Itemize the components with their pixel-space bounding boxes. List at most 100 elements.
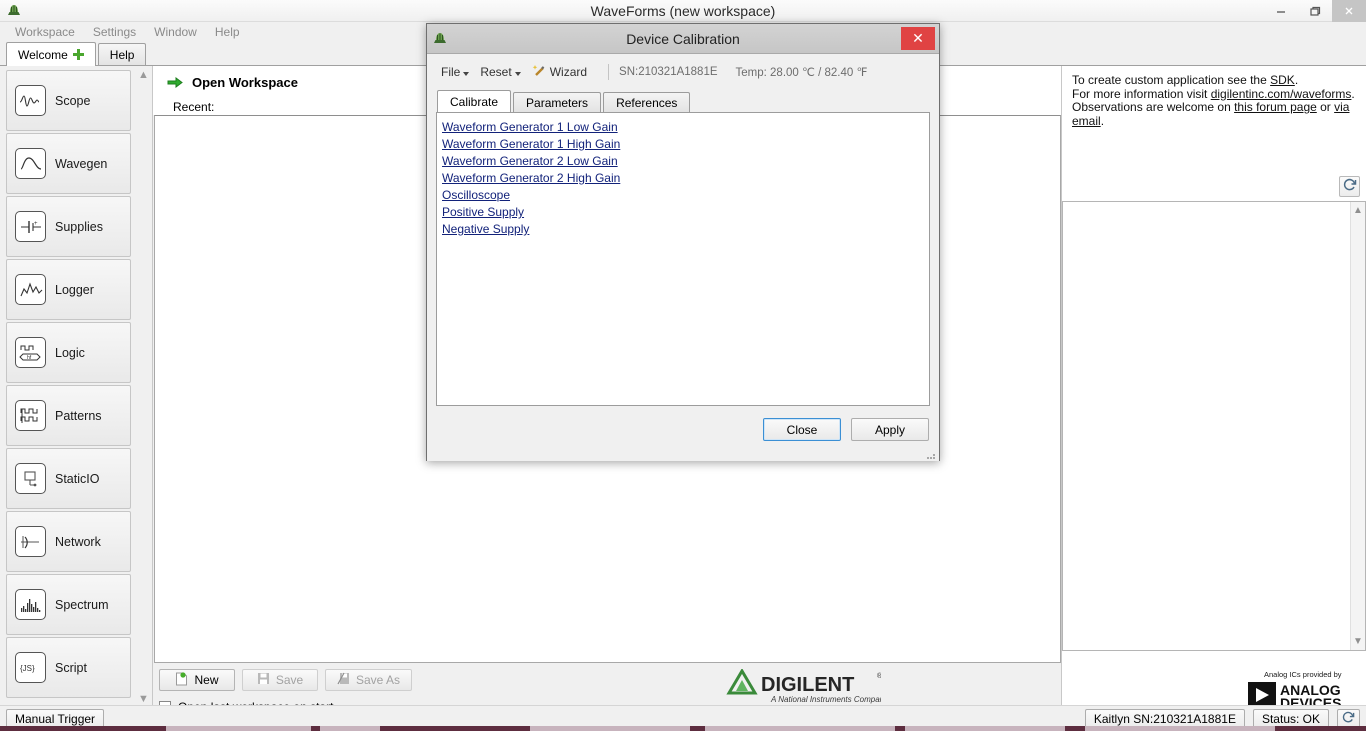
patterns-icon bbox=[15, 400, 46, 431]
calibration-link-wavegen2-low[interactable]: Waveform Generator 2 Low Gain bbox=[442, 153, 618, 170]
staticio-icon bbox=[15, 463, 46, 494]
sidebar-item-wavegen[interactable]: Wavegen bbox=[6, 133, 131, 194]
info-line-2: For more information visit digilentinc.c… bbox=[1072, 86, 1356, 102]
new-workspace-button[interactable]: New bbox=[159, 669, 235, 691]
resize-grip-icon[interactable] bbox=[926, 449, 936, 459]
logger-icon bbox=[15, 274, 46, 305]
sidebar-item-staticio[interactable]: StaticIO bbox=[6, 448, 131, 509]
sidebar-item-spectrum-label: Spectrum bbox=[55, 597, 109, 612]
window-titlebar: WaveForms (new workspace) bbox=[0, 0, 1366, 22]
digilent-logo: DIGILENT ® A National Instruments Compan… bbox=[725, 668, 889, 710]
menu-settings[interactable]: Settings bbox=[84, 23, 145, 41]
info-scroll-down-icon[interactable]: ▼ bbox=[1353, 633, 1363, 650]
sidebar-item-patterns[interactable]: Patterns bbox=[6, 385, 131, 446]
dialog-close-button[interactable]: ✕ bbox=[901, 27, 935, 50]
sidebar-scroll-down-icon[interactable]: ▼ bbox=[138, 694, 149, 705]
info-text: To create custom application see the SDK… bbox=[1062, 66, 1366, 128]
reset-menu-label: Reset bbox=[480, 65, 512, 79]
calibration-link-wavegen1-high[interactable]: Waveform Generator 1 High Gain bbox=[442, 136, 620, 153]
sidebar-item-script[interactable]: {JS} Script bbox=[6, 637, 131, 698]
tab-parameters[interactable]: Parameters bbox=[513, 92, 602, 112]
magic-wand-icon bbox=[532, 63, 547, 81]
menu-workspace[interactable]: Workspace bbox=[6, 23, 84, 41]
sidebar-item-logic[interactable]: hf Logic bbox=[6, 322, 131, 383]
save-workspace-button[interactable]: Save bbox=[242, 669, 318, 691]
window-controls bbox=[1264, 0, 1366, 22]
tab-welcome-label: Welcome bbox=[18, 47, 68, 62]
add-tab-plus-icon[interactable] bbox=[72, 49, 84, 60]
taskbar-item[interactable] bbox=[166, 726, 311, 731]
taskbar-item[interactable] bbox=[320, 726, 380, 731]
window-title: WaveForms (new workspace) bbox=[590, 2, 776, 19]
calibration-link-negative-supply[interactable]: Negative Supply bbox=[442, 221, 529, 238]
spectrum-icon bbox=[15, 589, 46, 620]
sidebar-item-scope-label: Scope bbox=[55, 93, 91, 108]
dialog-tabs: Calibrate Parameters References bbox=[437, 90, 931, 112]
file-menu-label: File bbox=[441, 65, 461, 79]
sidebar-item-network-label: Network bbox=[55, 534, 101, 549]
dialog-actions: Close Apply bbox=[435, 406, 931, 441]
menu-window[interactable]: Window bbox=[145, 23, 206, 41]
info-panel-scrollbar[interactable]: ▲ ▼ bbox=[1350, 202, 1365, 650]
new-doc-icon bbox=[175, 671, 188, 689]
calibration-link-wavegen2-high[interactable]: Waveform Generator 2 High Gain bbox=[442, 170, 620, 187]
sidebar-scroll-up-icon[interactable]: ▲ bbox=[138, 70, 149, 81]
info-line-1-post: . bbox=[1294, 73, 1299, 87]
waveforms-site-link[interactable]: digilentinc.com/waveforms bbox=[1211, 87, 1352, 101]
forum-page-link[interactable]: this forum page bbox=[1234, 100, 1317, 114]
svg-text:®: ® bbox=[877, 672, 881, 680]
tab-references-label: References bbox=[616, 95, 678, 110]
save-workspace-label: Save bbox=[275, 673, 304, 687]
new-workspace-label: New bbox=[194, 673, 219, 687]
menu-help[interactable]: Help bbox=[206, 23, 249, 41]
save-as-icon bbox=[337, 672, 350, 688]
save-as-workspace-label: Save As bbox=[356, 673, 401, 687]
calibration-link-positive-supply[interactable]: Positive Supply bbox=[442, 204, 524, 221]
reset-menu-button[interactable]: Reset bbox=[480, 65, 527, 79]
apply-label: Apply bbox=[874, 422, 906, 437]
save-as-workspace-button[interactable]: Save As bbox=[325, 669, 413, 691]
svg-text:A National Instruments Company: A National Instruments Company bbox=[770, 695, 881, 704]
dialog-body: File Reset Wizard SN:210321A1881E Temp: … bbox=[427, 54, 939, 461]
tab-references[interactable]: References bbox=[603, 92, 691, 112]
toolbar-divider bbox=[608, 64, 610, 80]
floppy-icon bbox=[257, 672, 270, 688]
tab-calibrate[interactable]: Calibrate bbox=[437, 90, 512, 112]
sidebar-item-script-label: Script bbox=[55, 660, 87, 675]
tab-help[interactable]: Help bbox=[97, 43, 147, 65]
device-settings-icon bbox=[1342, 711, 1355, 727]
taskbar-item[interactable] bbox=[905, 726, 1065, 731]
restore-button[interactable] bbox=[1298, 0, 1332, 22]
apply-button[interactable]: Apply bbox=[851, 418, 929, 441]
device-serial-number: SN:210321A1881E bbox=[619, 66, 718, 78]
close-button[interactable] bbox=[1332, 0, 1366, 22]
sdk-link[interactable]: SDK bbox=[1270, 73, 1295, 87]
info-scroll-up-icon[interactable]: ▲ bbox=[1353, 202, 1363, 219]
info-line-2-pre: For more information visit bbox=[1072, 86, 1211, 101]
sidebar-item-logger[interactable]: Logger bbox=[6, 259, 131, 320]
file-menu-button[interactable]: File bbox=[441, 65, 476, 79]
calibration-link-oscilloscope[interactable]: Oscilloscope bbox=[442, 187, 510, 204]
close-dialog-button[interactable]: Close bbox=[763, 418, 841, 441]
sidebar-item-scope[interactable]: Scope bbox=[6, 70, 131, 131]
refresh-icon bbox=[1343, 178, 1357, 195]
wizard-button[interactable]: Wizard bbox=[532, 63, 594, 81]
chevron-down-icon bbox=[514, 72, 521, 76]
svg-text:Analog ICs provided by: Analog ICs provided by bbox=[1264, 670, 1342, 679]
tab-welcome[interactable]: Welcome bbox=[6, 42, 96, 66]
sidebar-item-network[interactable]: Network bbox=[6, 511, 131, 572]
sidebar-item-staticio-label: StaticIO bbox=[55, 471, 100, 486]
minimize-button[interactable] bbox=[1264, 0, 1298, 22]
sidebar-item-spectrum[interactable]: Spectrum bbox=[6, 574, 131, 635]
calibration-link-wavegen1-low[interactable]: Waveform Generator 1 Low Gain bbox=[442, 119, 618, 136]
sidebar-scrollbar[interactable]: ▲ ▼ bbox=[137, 70, 150, 705]
taskbar-item[interactable] bbox=[1085, 726, 1275, 731]
refresh-button[interactable] bbox=[1339, 176, 1360, 197]
os-taskbar bbox=[0, 726, 1366, 731]
sidebar-item-supplies[interactable]: + Supplies bbox=[6, 196, 131, 257]
green-arrow-icon bbox=[167, 76, 183, 89]
taskbar-item[interactable] bbox=[705, 726, 895, 731]
network-icon bbox=[15, 526, 46, 557]
taskbar-item[interactable] bbox=[530, 726, 690, 731]
sidebar-item-logger-label: Logger bbox=[55, 282, 94, 297]
